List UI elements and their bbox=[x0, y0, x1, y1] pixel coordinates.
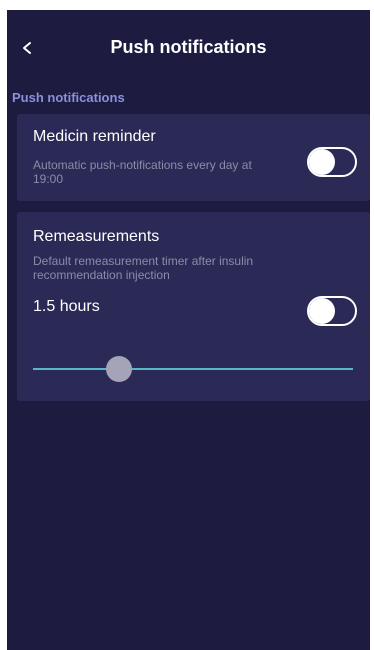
remeasurements-toggle[interactable] bbox=[307, 296, 357, 326]
medicin-reminder-description-line-1: Automatic push-notifications every day a… bbox=[33, 158, 252, 172]
medicin-reminder-card: Medicin reminder Automatic push-notifica… bbox=[17, 114, 370, 201]
slider-thumb[interactable] bbox=[106, 356, 133, 382]
header: Push notifications bbox=[7, 10, 370, 88]
app-screen: Push notifications Push notifications Me… bbox=[7, 10, 370, 650]
remeasurements-description-line-2: recommendation injection bbox=[33, 268, 170, 282]
section-label: Push notifications bbox=[12, 90, 125, 105]
remeasurement-time-slider[interactable] bbox=[33, 354, 353, 384]
toggle-knob bbox=[309, 149, 335, 175]
medicin-reminder-toggle[interactable] bbox=[307, 147, 357, 177]
medicin-reminder-description-line-2: 19:00 bbox=[33, 172, 64, 186]
remeasurements-card: Remeasurements Default remeasurement tim… bbox=[17, 212, 370, 401]
slider-track bbox=[33, 368, 353, 370]
toggle-knob bbox=[309, 298, 335, 324]
remeasurement-time-value: 1.5 hours bbox=[33, 298, 100, 315]
remeasurements-title: Remeasurements bbox=[33, 228, 160, 245]
page-title: Push notifications bbox=[110, 37, 267, 57]
remeasurements-description-line-1: Default remeasurement timer after insuli… bbox=[33, 254, 254, 268]
medicin-reminder-title: Medicin reminder bbox=[33, 128, 156, 145]
